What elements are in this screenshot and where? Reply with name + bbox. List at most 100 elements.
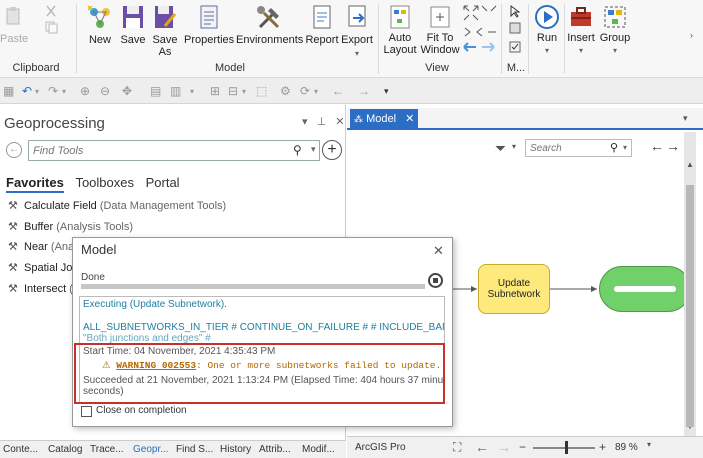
fit-to-window-button[interactable]: Fit To Window bbox=[420, 4, 460, 56]
layout-dropdown-icon[interactable]: ▾ bbox=[190, 87, 194, 96]
back-arrow-icon[interactable]: ← bbox=[332, 84, 344, 98]
find-tools-field[interactable]: ⚲ ▾ bbox=[28, 140, 320, 161]
tab-modify[interactable]: Modif... bbox=[302, 444, 335, 455]
tab-model[interactable]: ⁂ Model ✕ bbox=[350, 109, 418, 129]
tool-list-item[interactable]: ⚒Intersect (A bbox=[8, 282, 80, 295]
grid-icon[interactable]: ⊟ bbox=[228, 84, 238, 98]
close-tab-icon[interactable]: ✕ bbox=[405, 113, 414, 125]
grid-dropdown-icon[interactable]: ▾ bbox=[242, 87, 246, 96]
ribbon-collapse-icon[interactable]: › bbox=[690, 30, 693, 40]
new-button[interactable]: New bbox=[84, 4, 116, 46]
back-icon[interactable]: ← bbox=[6, 142, 22, 158]
tab-find-s[interactable]: Find S... bbox=[176, 444, 213, 455]
select-icon[interactable] bbox=[508, 4, 522, 21]
model-search-input[interactable] bbox=[526, 140, 606, 156]
search-dropdown-icon[interactable]: ▾ bbox=[623, 143, 627, 152]
select-features-icon[interactable]: ⬚ bbox=[256, 84, 267, 98]
copy-icon[interactable] bbox=[44, 20, 58, 37]
export-dropdown-icon[interactable]: ▾ bbox=[355, 49, 359, 58]
navigation-arrows-icon[interactable] bbox=[462, 40, 498, 57]
options-dropdown-icon[interactable]: ▾ bbox=[302, 116, 308, 128]
previous-result-icon[interactable]: ← bbox=[650, 138, 664, 154]
group-button[interactable]: Group ▾ bbox=[598, 4, 632, 57]
add-data-icon[interactable] bbox=[508, 21, 522, 38]
refresh-icon[interactable]: ⟳ bbox=[300, 84, 310, 98]
fit-extent-icon[interactable]: ⛶ bbox=[453, 440, 461, 455]
tab-catalog[interactable]: Catalog bbox=[48, 444, 82, 455]
group-icon bbox=[604, 6, 626, 28]
back-arrow-icon[interactable]: ← bbox=[475, 439, 489, 455]
tab-geoprocessing[interactable]: Geopr... bbox=[133, 444, 169, 455]
tab-list-dropdown-icon[interactable]: ▾ bbox=[683, 113, 688, 124]
tab-history[interactable]: History bbox=[220, 444, 251, 455]
close-icon[interactable]: ✕ bbox=[433, 243, 444, 259]
save-button[interactable]: Save bbox=[120, 4, 146, 46]
zoom-out-icon[interactable]: ⊖ bbox=[100, 84, 110, 98]
cut-icon[interactable] bbox=[44, 4, 58, 21]
measure-icon[interactable]: ⊞ bbox=[210, 84, 220, 98]
tab-favorites[interactable]: Favorites bbox=[6, 175, 64, 193]
refresh-dropdown-icon[interactable]: ▾ bbox=[314, 87, 318, 96]
map-icon[interactable]: ▦ bbox=[3, 84, 14, 98]
run-button[interactable]: Run ▾ bbox=[532, 4, 562, 57]
customize-qat-icon[interactable]: ▾ bbox=[384, 86, 389, 97]
zoom-slider[interactable] bbox=[533, 447, 595, 449]
tab-trace[interactable]: Trace... bbox=[90, 444, 124, 455]
insert-button[interactable]: Insert ▾ bbox=[566, 4, 596, 57]
full-extent-icon[interactable] bbox=[462, 4, 498, 25]
tool-list-item[interactable]: ⚒ Buffer (Analysis Tools) bbox=[8, 220, 133, 233]
model-search-field[interactable]: ⚲ ▾ bbox=[525, 139, 632, 157]
scroll-up-icon[interactable]: ▲ bbox=[686, 160, 694, 169]
hammer-icon: ⚒ bbox=[8, 200, 18, 212]
table-icon[interactable]: ▤ bbox=[150, 84, 161, 98]
pan-icon[interactable]: ✥ bbox=[122, 84, 132, 98]
paste-button[interactable] bbox=[2, 6, 24, 28]
filter-icon[interactable]: ⏷ bbox=[495, 140, 506, 157]
update-subnetwork-node[interactable]: Update Subnetwork bbox=[478, 264, 550, 314]
tools-icon[interactable]: ⚙ bbox=[280, 84, 291, 98]
tab-portal[interactable]: Portal bbox=[146, 175, 180, 190]
run-dropdown-icon[interactable]: ▾ bbox=[545, 46, 549, 55]
tab-attributes[interactable]: Attrib... bbox=[259, 444, 291, 455]
output-node[interactable] bbox=[599, 266, 691, 312]
zoom-dropdown-icon[interactable]: ▾ bbox=[647, 440, 651, 449]
scrollbar-thumb[interactable] bbox=[686, 185, 694, 427]
next-result-icon[interactable]: → bbox=[666, 138, 680, 154]
properties-button[interactable]: Properties bbox=[184, 4, 234, 46]
search-icon[interactable]: ⚲ bbox=[610, 141, 618, 154]
stop-icon[interactable] bbox=[428, 273, 443, 288]
zoom-slider-thumb[interactable] bbox=[565, 441, 568, 454]
save-as-button[interactable]: Save As bbox=[151, 4, 179, 58]
search-dropdown-icon[interactable]: ▾ bbox=[311, 144, 316, 155]
pin-icon[interactable]: ⊥ bbox=[317, 116, 327, 128]
redo-icon[interactable]: ↷ bbox=[48, 84, 58, 98]
zoom-out-icon[interactable]: − bbox=[519, 440, 526, 454]
filter-dropdown-icon[interactable]: ▾ bbox=[512, 142, 516, 151]
find-tools-input[interactable] bbox=[29, 141, 279, 160]
insert-dropdown-icon[interactable]: ▾ bbox=[579, 46, 583, 55]
validate-icon[interactable] bbox=[508, 40, 522, 57]
export-button[interactable]: Export ▾ bbox=[340, 4, 374, 60]
tool-list-item[interactable]: ⚒ Near (Analy bbox=[8, 240, 82, 253]
layout-icon[interactable]: ▥ bbox=[170, 84, 181, 98]
tool-list-item[interactable]: ⚒ Calculate Field (Data Management Tools) bbox=[8, 199, 226, 212]
zoom-in-icon[interactable]: ⊕ bbox=[80, 84, 90, 98]
forward-arrow-icon[interactable]: → bbox=[358, 84, 370, 98]
add-toolbox-icon[interactable]: + bbox=[322, 140, 342, 160]
auto-layout-button[interactable]: Auto Layout bbox=[382, 4, 418, 56]
undo-icon[interactable]: ↶ bbox=[22, 84, 32, 98]
insert-label: Insert bbox=[567, 32, 595, 44]
group-dropdown-icon[interactable]: ▾ bbox=[613, 46, 617, 55]
redo-dropdown-icon[interactable]: ▾ bbox=[62, 87, 66, 96]
undo-dropdown-icon[interactable]: ▾ bbox=[35, 87, 39, 96]
forward-arrow-icon[interactable]: → bbox=[497, 439, 511, 455]
close-on-completion-checkbox[interactable] bbox=[81, 406, 92, 417]
tab-contents[interactable]: Conte... bbox=[3, 444, 38, 455]
environments-button[interactable]: Environments bbox=[236, 4, 303, 46]
zoom-in-icon[interactable]: + bbox=[599, 440, 606, 454]
tab-toolboxes[interactable]: Toolboxes bbox=[75, 175, 134, 190]
tool-list-item[interactable]: ⚒ Spatial Join bbox=[8, 261, 81, 274]
search-icon[interactable]: ⚲ bbox=[293, 143, 302, 157]
report-button[interactable]: Report bbox=[304, 4, 340, 46]
close-icon[interactable]: ✕ bbox=[335, 116, 344, 128]
